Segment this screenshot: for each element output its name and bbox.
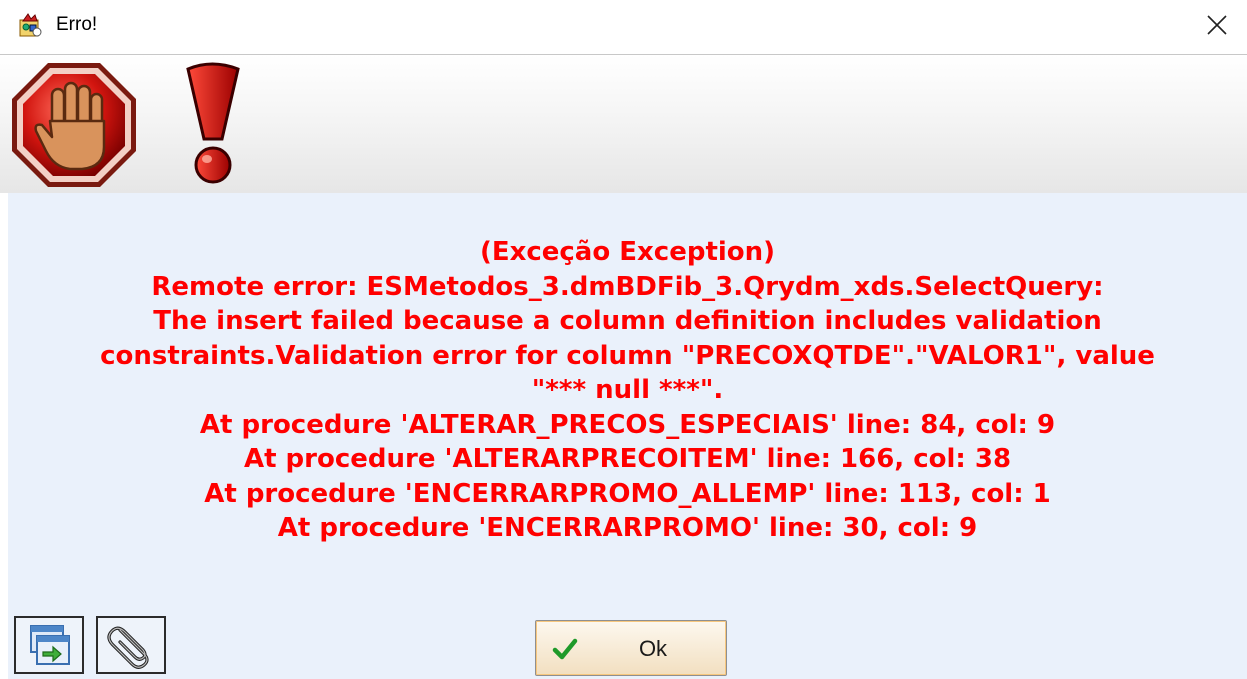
message-area: (Exceção Exception) Remote error: ESMeto… [8, 193, 1247, 679]
ok-button-label: Ok [638, 636, 668, 661]
app-icon [19, 13, 42, 37]
message-line: At procedure 'ALTERARPRECOITEM' line: 16… [243, 444, 1012, 474]
attach-button[interactable] [96, 616, 166, 674]
window-title: Erro! [56, 14, 98, 35]
ok-button[interactable]: Ok [535, 620, 727, 676]
message-line: (Exceção Exception) [479, 237, 776, 267]
stop-hand-icon [12, 63, 136, 187]
close-button[interactable] [1197, 6, 1237, 44]
message-line: The insert failed because a column defin… [153, 306, 1102, 336]
exclamation-icon [186, 62, 240, 184]
left-strip [0, 193, 8, 679]
message-line: At procedure 'ENCERRARPROMO_ALLEMP' line… [204, 478, 1051, 509]
message-line: Remote error: ESMetodos_3.dmBDFib_3.Qryd… [151, 271, 1104, 302]
paperclip-icon [107, 626, 149, 669]
title-bar: Erro! [0, 0, 1247, 54]
error-message: (Exceção Exception) Remote error: ESMeto… [8, 235, 1247, 546]
message-line: At procedure 'ENCERRARPROMO' line: 30, c… [277, 513, 978, 543]
message-line: At procedure 'ALTERAR_PRECOS_ESPECIAIS' … [199, 409, 1056, 440]
close-icon [1207, 15, 1227, 35]
message-line: constraints.Validation error for column … [100, 340, 1155, 371]
header-band [0, 54, 1247, 194]
message-line: "*** null ***". [531, 375, 724, 405]
copy-windows-icon [30, 625, 70, 665]
copy-button[interactable] [14, 616, 84, 674]
